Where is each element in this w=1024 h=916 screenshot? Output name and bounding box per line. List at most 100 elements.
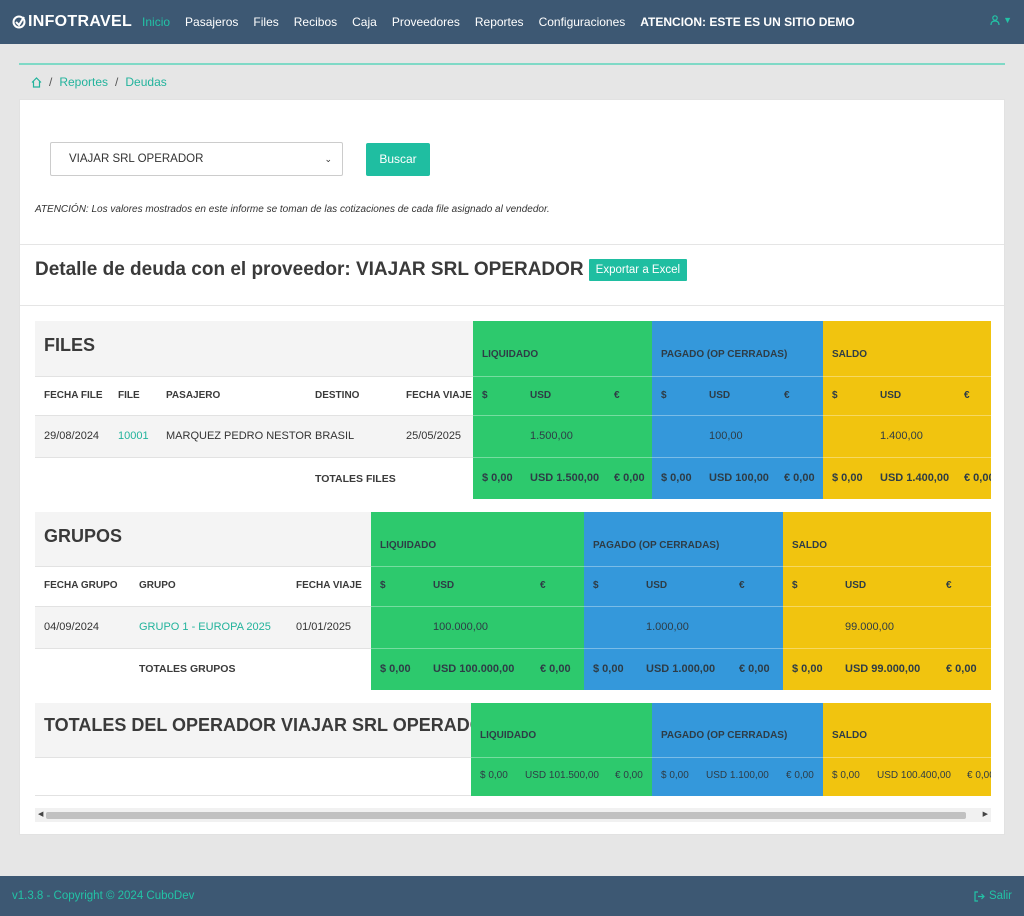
total-sal-eur: € 0,00	[946, 663, 977, 675]
breadcrumb: / Reportes / Deudas	[19, 63, 1005, 99]
logout-icon	[974, 890, 985, 902]
nav-pasajeros[interactable]: Pasajeros	[185, 15, 238, 29]
detail-header: Detalle de deuda con el proveedor: VIAJA…	[35, 259, 688, 281]
grupo-fecha-viaje: 01/01/2025	[296, 621, 352, 633]
row-divider	[473, 457, 652, 458]
total-liq-ars: $ 0,00	[482, 472, 513, 484]
currency-ars: $	[661, 390, 667, 401]
row-divider	[584, 606, 783, 607]
grupos-liquidado-band: LIQUIDADO $ USD € 100.000,00 $ 0,00 USD …	[371, 512, 584, 690]
grupos-saldo-band: SALDO $ USD € 99.000,00 $ 0,00 USD 99.00…	[783, 512, 991, 690]
currency-ars: $	[832, 390, 838, 401]
page-title: Detalle de deuda con el proveedor: VIAJA…	[35, 259, 584, 280]
currency-eur: €	[739, 580, 745, 591]
row-divider	[823, 757, 991, 758]
scrollbar-thumb[interactable]	[46, 812, 966, 819]
breadcrumb-separator: /	[49, 75, 53, 89]
operador-saldo-band: SALDO $ 0,00 USD 100.400,00 € 0,00	[823, 703, 991, 796]
row-divider	[584, 648, 783, 649]
currency-eur: €	[784, 390, 790, 401]
breadcrumb-reportes[interactable]: Reportes	[59, 75, 108, 89]
row-divider	[35, 795, 471, 796]
band-title: PAGADO (OP CERRADAS)	[661, 730, 788, 741]
user-menu[interactable]: ▼	[990, 15, 1012, 25]
row-divider	[823, 415, 991, 416]
nav-reportes[interactable]: Reportes	[475, 15, 524, 29]
nav-files[interactable]: Files	[253, 15, 278, 29]
file-fecha: 29/08/2024	[44, 430, 100, 442]
nav-inicio[interactable]: Inicio	[142, 15, 170, 29]
total-pag-usd: USD 1.000,00	[646, 663, 716, 675]
scroll-right-icon[interactable]: ▶	[983, 810, 988, 818]
currency-ars: $	[593, 580, 599, 591]
nav-proveedores[interactable]: Proveedores	[392, 15, 460, 29]
band-title: LIQUIDADO	[380, 540, 437, 551]
home-icon[interactable]	[31, 76, 42, 88]
breadcrumb-deudas[interactable]: Deudas	[125, 75, 166, 89]
col-fecha-file: FECHA FILE	[44, 390, 103, 401]
search-button[interactable]: Buscar	[366, 142, 430, 176]
export-excel-button[interactable]: Exportar a Excel	[588, 259, 688, 281]
files-pagado-band: PAGADO (OP CERRADAS) $ USD € 100,00 $ 0,…	[652, 321, 823, 499]
total-pag-eur: € 0,00	[784, 472, 815, 484]
row-divider	[652, 415, 823, 416]
total-sal-ars: $ 0,00	[792, 663, 823, 675]
pagado-usd-value: 100,00	[709, 430, 743, 442]
logout-link[interactable]: Salir	[974, 890, 1012, 902]
total-pag-ars: $ 0,00	[661, 472, 692, 484]
currency-usd: USD	[845, 580, 867, 591]
demo-warning: ATENCION: ESTE ES UN SITIO DEMO	[640, 15, 855, 29]
nav-configuraciones[interactable]: Configuraciones	[539, 15, 626, 29]
col-file: FILE	[118, 390, 140, 401]
grupos-section: GRUPOS FECHA GRUPO GRUPO FECHA VIAJE 04/…	[35, 512, 991, 690]
file-number-link[interactable]: 10001	[118, 430, 149, 442]
op-sal-ars: $ 0,00	[832, 770, 860, 781]
file-destino: BRASIL	[315, 430, 355, 442]
row-divider	[35, 566, 371, 567]
row-divider	[35, 757, 471, 758]
row-divider	[35, 648, 371, 649]
row-divider	[371, 648, 584, 649]
currency-ars: $	[380, 580, 386, 591]
user-icon	[990, 15, 1000, 25]
operador-title: TOTALES DEL OPERADOR VIAJAR SRL OPERADOR	[44, 715, 497, 735]
row-divider	[35, 376, 473, 377]
filter-row: VIAJAR SRL OPERADOR ⌄ Buscar	[50, 142, 430, 176]
band-title: SALDO	[832, 730, 867, 741]
operator-select[interactable]: VIAJAR SRL OPERADOR ⌄	[50, 142, 343, 176]
plane-logo-icon	[12, 15, 26, 29]
row-divider	[473, 376, 652, 377]
currency-usd: USD	[709, 390, 731, 401]
row-divider	[783, 606, 991, 607]
op-liq-usd: USD 101.500,00	[525, 770, 599, 781]
row-divider	[823, 457, 991, 458]
grupos-title: GRUPOS	[44, 526, 123, 546]
currency-usd: USD	[433, 580, 455, 591]
liquidado-usd-value: 100.000,00	[433, 621, 489, 633]
horizontal-scrollbar[interactable]: ◀ ▶	[35, 808, 991, 822]
files-liquidado-band: LIQUIDADO $ USD € 1.500,00 $ 0,00 USD 1.…	[473, 321, 652, 499]
row-divider	[584, 566, 783, 567]
op-pag-eur: € 0,00	[786, 770, 814, 781]
currency-usd: USD	[880, 390, 902, 401]
row-divider	[823, 376, 991, 377]
band-title: SALDO	[832, 349, 867, 360]
col-grupo: GRUPO	[139, 580, 176, 591]
nav-caja[interactable]: Caja	[352, 15, 377, 29]
breadcrumb-separator: /	[115, 75, 119, 89]
row-divider	[371, 606, 584, 607]
row-divider	[652, 757, 823, 758]
nav-recibos[interactable]: Recibos	[294, 15, 337, 29]
scroll-left-icon[interactable]: ◀	[38, 810, 43, 818]
op-sal-eur: € 0,00	[967, 770, 991, 781]
currency-eur: €	[540, 580, 546, 591]
grupo-name-link[interactable]: GRUPO 1 - EUROPA 2025	[139, 621, 271, 633]
currency-eur: €	[946, 580, 952, 591]
brand-logo[interactable]: INFOTRAVEL	[12, 13, 132, 31]
file-pasajero: MARQUEZ PEDRO NESTOR	[166, 430, 312, 442]
row-divider	[471, 757, 652, 758]
currency-usd: USD	[530, 390, 552, 401]
operador-pagado-band: PAGADO (OP CERRADAS) $ 0,00 USD 1.100,00…	[652, 703, 823, 796]
col-fecha-grupo: FECHA GRUPO	[44, 580, 118, 591]
col-fecha-viaje: FECHA VIAJE	[406, 390, 472, 401]
